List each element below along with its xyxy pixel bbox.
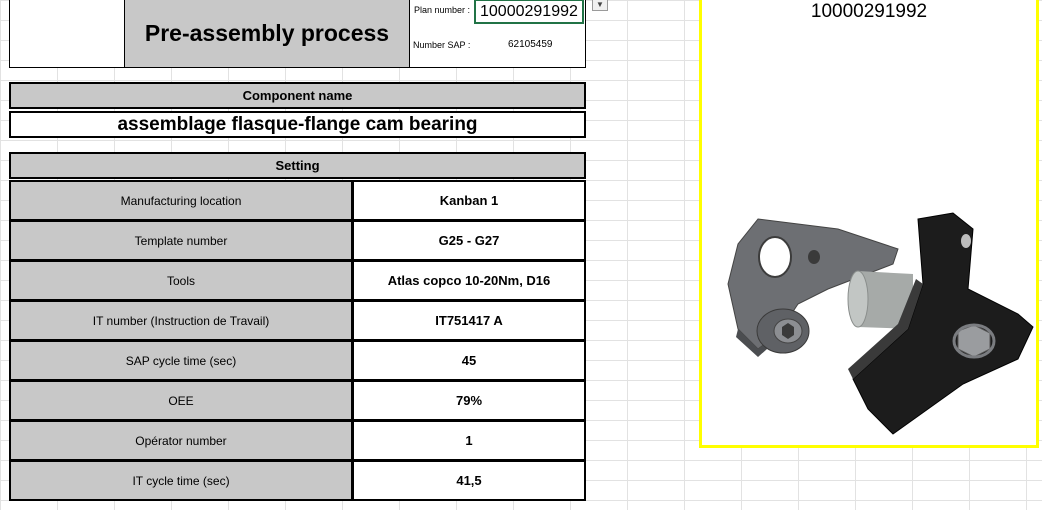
setting-label-operator-number[interactable]: Opérator number — [9, 420, 353, 461]
setting-value-oee[interactable]: 79% — [352, 380, 586, 421]
setting-header[interactable]: Setting — [9, 152, 586, 179]
setting-value-it-number[interactable]: IT751417 A — [352, 300, 586, 341]
setting-label-oee[interactable]: OEE — [9, 380, 353, 421]
setting-value-it-cycle-time[interactable]: 41,5 — [352, 460, 586, 501]
image-plan-number: 10000291992 — [810, 1, 928, 22]
setting-value-tools[interactable]: Atlas copco 10-20Nm, D16 — [352, 260, 586, 301]
bearing-face — [847, 270, 869, 328]
part-render-icon — [727, 212, 1034, 435]
component-name-header[interactable]: Component name — [9, 82, 586, 109]
plan-info-cell: Plan number : 10000291992 Number SAP : 6… — [409, 0, 586, 68]
setting-label-it-cycle-time[interactable]: IT cycle time (sec) — [9, 460, 353, 501]
number-sap-label: Number SAP : — [413, 40, 471, 50]
bracket-top-hole — [961, 234, 971, 248]
setting-value-template-number[interactable]: G25 - G27 — [352, 220, 586, 261]
page-title[interactable]: Pre-assembly process — [124, 0, 410, 68]
setting-label-tools[interactable]: Tools — [9, 260, 353, 301]
plan-number-label: Plan number : — [414, 5, 471, 15]
flange-hole — [758, 236, 792, 278]
plan-number-input[interactable]: 10000291992 — [474, 0, 584, 24]
setting-label-sap-cycle-time[interactable]: SAP cycle time (sec) — [9, 340, 353, 381]
part-image-panel[interactable]: 10000291992 — [699, 0, 1039, 448]
number-sap-value[interactable]: 62105459 — [508, 39, 553, 50]
setting-label-manufacturing-location[interactable]: Manufacturing location — [9, 180, 353, 221]
chevron-down-icon[interactable]: ▼ — [592, 0, 608, 11]
component-name-value[interactable]: assemblage flasque-flange cam bearing — [9, 111, 586, 138]
setting-value-operator-number[interactable]: 1 — [352, 420, 586, 461]
setting-value-manufacturing-location[interactable]: Kanban 1 — [352, 180, 586, 221]
header-blank-cell[interactable] — [9, 0, 125, 68]
flange-threaded-hole — [808, 250, 820, 264]
setting-label-it-number[interactable]: IT number (Instruction de Travail) — [9, 300, 353, 341]
setting-value-sap-cycle-time[interactable]: 45 — [352, 340, 586, 381]
setting-label-template-number[interactable]: Template number — [9, 220, 353, 261]
